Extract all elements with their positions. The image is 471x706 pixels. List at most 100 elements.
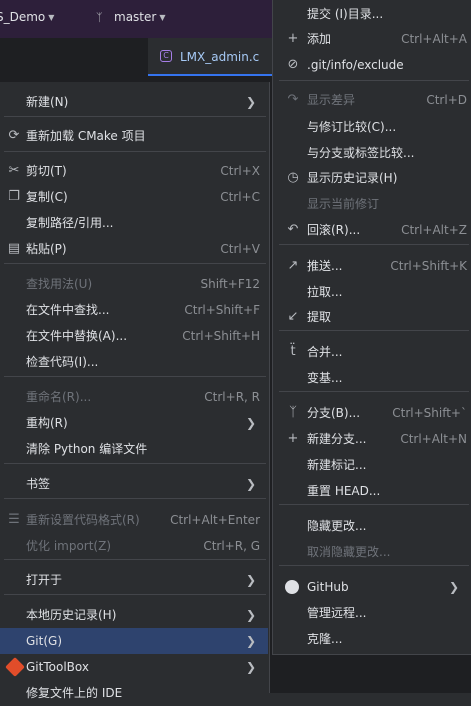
- chevron-right-icon: ❯: [245, 477, 256, 491]
- menu-item-clean-python[interactable]: 清除 Python 编译文件: [0, 436, 268, 462]
- menu-item-find-usages: 查找用法(U) Shift+F12: [0, 271, 268, 297]
- tab-label: LMX_admin.c: [180, 50, 260, 64]
- menu-item-label: 优化 import(Z): [26, 539, 112, 553]
- menu-item-shortcut: Ctrl+Alt+Enter: [170, 513, 260, 527]
- menu-item-label: 复制(C): [26, 190, 68, 204]
- menu-item-gittoolbox[interactable]: GitToolBox ❯: [0, 654, 268, 680]
- chevron-right-icon: ❯: [245, 573, 256, 587]
- github-icon: [285, 580, 299, 594]
- menu-item-label: 新建标记...: [307, 458, 367, 472]
- menu-item-local-history[interactable]: 本地历史记录(H) ❯: [0, 602, 268, 628]
- menu-item-new[interactable]: 新建(N) ❯: [0, 89, 268, 115]
- paste-icon: ▤: [7, 241, 21, 256]
- menu-item-shortcut: Ctrl+R, G: [203, 539, 260, 553]
- menu-item-find-in-files[interactable]: 在文件中查找... Ctrl+Shift+F: [0, 297, 268, 323]
- git-item-reset-head[interactable]: 重置 HEAD...: [273, 478, 471, 504]
- menu-item-label: GitToolBox: [26, 660, 89, 674]
- menu-item-paste[interactable]: ▤ 粘贴(P) Ctrl+V: [0, 236, 268, 262]
- chevron-down-icon: ▼: [159, 13, 166, 22]
- menu-item-shortcut: Ctrl+C: [220, 190, 260, 204]
- git-item-git-exclude[interactable]: ⊘ .git/info/exclude: [273, 52, 471, 78]
- plus-icon: +: [287, 431, 299, 446]
- git-item-commit-directory[interactable]: 提交 (I)目录...: [273, 1, 471, 27]
- menu-separator: [4, 559, 266, 560]
- menu-separator: [4, 463, 266, 464]
- c-file-icon: C: [160, 50, 172, 62]
- git-item-pull[interactable]: 拉取...: [273, 279, 471, 305]
- menu-item-label: 克隆...: [307, 632, 343, 646]
- menu-item-label: 显示当前修订: [307, 197, 380, 211]
- menu-item-label: 回滚(R)...: [307, 223, 361, 237]
- menu-item-fix-ide[interactable]: 修复文件上的 IDE: [0, 680, 268, 706]
- menu-item-label: 新建分支...: [307, 432, 367, 446]
- menu-item-open-in[interactable]: 打开于 ❯: [0, 567, 268, 593]
- menu-item-label: 在文件中替换(A)...: [26, 329, 128, 343]
- menu-item-label: 复制路径/引用...: [26, 216, 114, 230]
- git-item-compare-branch[interactable]: 与分支或标签比较...: [273, 140, 471, 166]
- project-name: S_Demo: [0, 10, 46, 24]
- menu-item-inspect-code[interactable]: 检查代码(I)...: [0, 349, 268, 375]
- git-submenu: 提交 (I)目录... + 添加 Ctrl+Alt+A ⊘ .git/info/exclu…: [272, 0, 471, 655]
- git-item-show-history[interactable]: ◷ 显示历史记录(H): [273, 165, 471, 191]
- menu-item-copy[interactable]: ❐ 复制(C) Ctrl+C: [0, 184, 268, 210]
- fetch-arrow-icon: ↙: [287, 309, 299, 324]
- menu-item-shortcut: Ctrl+Alt+Z: [401, 223, 467, 237]
- git-item-branches[interactable]: ᛉ 分支(B)... Ctrl+Shift+`: [273, 400, 471, 426]
- git-item-new-branch[interactable]: + 新建分支... Ctrl+Alt+N: [273, 426, 471, 452]
- git-item-rollback[interactable]: ↶ 回滚(R)... Ctrl+Alt+Z: [273, 217, 471, 243]
- chevron-down-icon: ▼: [48, 13, 55, 22]
- menu-item-label: Git(G): [26, 634, 62, 648]
- menu-item-label: 重命名(R)...: [26, 390, 92, 404]
- git-item-github[interactable]: GitHub ❯: [273, 574, 471, 600]
- menu-item-shortcut: Ctrl+Shift+H: [182, 329, 260, 343]
- branch-selector[interactable]: ᛉ master ▼: [96, 10, 165, 24]
- menu-item-label: 提取: [307, 310, 332, 324]
- menu-item-label: 检查代码(I)...: [26, 355, 99, 369]
- menu-item-label: 新建(N): [26, 95, 69, 109]
- menu-item-label: 粘贴(P): [26, 242, 67, 256]
- menu-separator: [279, 565, 469, 566]
- menu-item-label: 书签: [26, 477, 51, 491]
- git-item-rebase[interactable]: 变基...: [273, 365, 471, 391]
- git-item-show-current-revision: 显示当前修订: [273, 191, 471, 217]
- git-item-fetch[interactable]: ↙ 提取: [273, 304, 471, 330]
- menu-item-optimize-imports: 优化 import(Z) Ctrl+R, G: [0, 533, 268, 559]
- menu-item-shortcut: Ctrl+Alt+A: [401, 32, 467, 46]
- chevron-right-icon: ❯: [245, 608, 256, 622]
- menu-item-replace-in-files[interactable]: 在文件中替换(A)... Ctrl+Shift+H: [0, 323, 268, 349]
- menu-item-label: 推送...: [307, 259, 343, 273]
- menu-item-shortcut: Ctrl+V: [220, 242, 260, 256]
- clock-icon: ◷: [287, 170, 299, 185]
- git-item-merge[interactable]: ẗ 合并...: [273, 339, 471, 365]
- gittoolbox-icon: [5, 657, 25, 677]
- menu-item-shortcut: Ctrl+Alt+N: [400, 432, 467, 446]
- menu-item-label: 与分支或标签比较...: [307, 146, 415, 160]
- git-item-stash-changes[interactable]: 隐藏更改...: [273, 513, 471, 539]
- menu-item-label: 取消隐藏更改...: [307, 545, 391, 559]
- git-item-push[interactable]: ↗ 推送... Ctrl+Shift+K: [273, 253, 471, 279]
- menu-item-label: 显示历史记录(H): [307, 171, 398, 185]
- menu-item-label: 拉取...: [307, 285, 343, 299]
- menu-item-copy-path[interactable]: 复制路径/引用...: [0, 210, 268, 236]
- menu-item-reload-cmake[interactable]: ⟳ 重新加载 CMake 项目: [0, 123, 268, 149]
- menu-item-bookmarks[interactable]: 书签 ❯: [0, 471, 268, 497]
- chevron-right-icon: ❯: [448, 580, 459, 594]
- git-item-add[interactable]: + 添加 Ctrl+Alt+A: [273, 26, 471, 52]
- menu-item-refactor[interactable]: 重构(R) ❯: [0, 410, 268, 436]
- git-item-clone[interactable]: 克隆...: [273, 626, 471, 652]
- menu-item-label: 与修订比较(C)...: [307, 120, 397, 134]
- menu-item-label: 分支(B)...: [307, 406, 361, 420]
- git-item-compare-revision[interactable]: 与修订比较(C)...: [273, 114, 471, 140]
- chevron-right-icon: ❯: [245, 95, 256, 109]
- push-arrow-icon: ↗: [287, 258, 299, 273]
- copy-icon: ❐: [8, 189, 20, 204]
- menu-item-git[interactable]: Git(G) ❯: [0, 628, 268, 654]
- menu-item-label: 重新加载 CMake 项目: [26, 129, 146, 143]
- menu-item-cut[interactable]: ✂ 剪切(T) Ctrl+X: [0, 158, 268, 184]
- menu-item-label: 查找用法(U): [26, 277, 93, 291]
- editor-tab[interactable]: C LMX_admin.c: [148, 38, 276, 76]
- project-selector[interactable]: S_Demo ▼: [0, 10, 54, 24]
- git-item-new-tag[interactable]: 新建标记...: [273, 452, 471, 478]
- git-item-manage-remotes[interactable]: 管理远程...: [273, 600, 471, 626]
- reload-icon: ⟳: [8, 128, 20, 143]
